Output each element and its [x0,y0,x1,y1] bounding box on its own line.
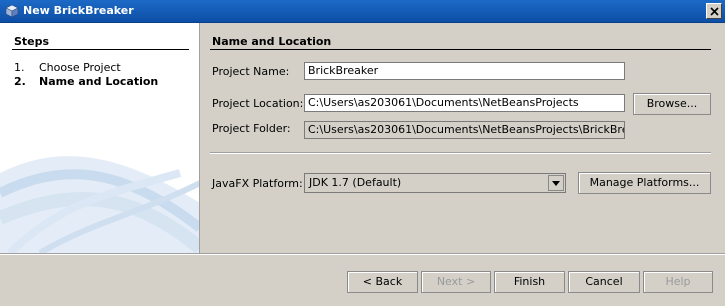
window-title: New BrickBreaker [23,4,134,17]
chevron-down-icon [552,181,560,186]
project-name-input[interactable]: BrickBreaker [304,62,625,80]
finish-button[interactable]: Finish [494,271,565,293]
name-location-panel: Name and Location Project Name: BrickBre… [201,23,725,253]
button-bar: < Back Next > Finish Cancel Help [0,255,725,306]
back-button[interactable]: < Back [347,271,418,293]
javafx-platform-label: JavaFX Platform: [212,177,303,190]
project-name-label: Project Name: [212,65,290,78]
step-number: 1. [14,61,25,74]
netbeans-cube-icon [5,4,19,18]
step-label: Name and Location [39,75,159,88]
close-button[interactable] [706,3,722,19]
javafx-platform-value: JDK 1.7 (Default) [309,176,402,189]
title-bar[interactable]: New BrickBreaker [0,0,725,23]
step-name-and-location: 2. Name and Location [14,75,158,88]
section-divider [210,49,711,50]
steps-panel: Steps 1. Choose Project 2. Name and Locati… [0,23,200,253]
javafx-platform-select[interactable]: JDK 1.7 (Default) [304,173,566,193]
project-location-input[interactable]: C:\Users\as203061\Documents\NetBeansProj… [304,94,625,112]
steps-divider [12,49,189,50]
browse-button[interactable]: Browse... [633,93,711,115]
project-location-label: Project Location: [212,97,304,110]
combo-dropdown-button[interactable] [548,175,564,191]
cancel-button[interactable]: Cancel [568,271,640,293]
decorative-swirl-art [0,156,199,253]
help-button[interactable]: Help [643,271,713,293]
panel-separator [210,152,711,154]
manage-platforms-button[interactable]: Manage Platforms... [578,172,711,194]
step-label: Choose Project [39,61,121,74]
step-number: 2. [14,75,26,88]
step-choose-project: 1. Choose Project [14,61,121,74]
section-title: Name and Location [212,35,332,48]
project-folder-field: C:\Users\as203061\Documents\NetBeansProj… [304,121,625,139]
project-folder-label: Project Folder: [212,122,291,135]
new-project-dialog: New BrickBreaker Steps 1. Choose Project … [0,0,725,306]
steps-heading: Steps [14,35,50,48]
next-button[interactable]: Next > [421,271,491,293]
close-icon [710,7,719,16]
